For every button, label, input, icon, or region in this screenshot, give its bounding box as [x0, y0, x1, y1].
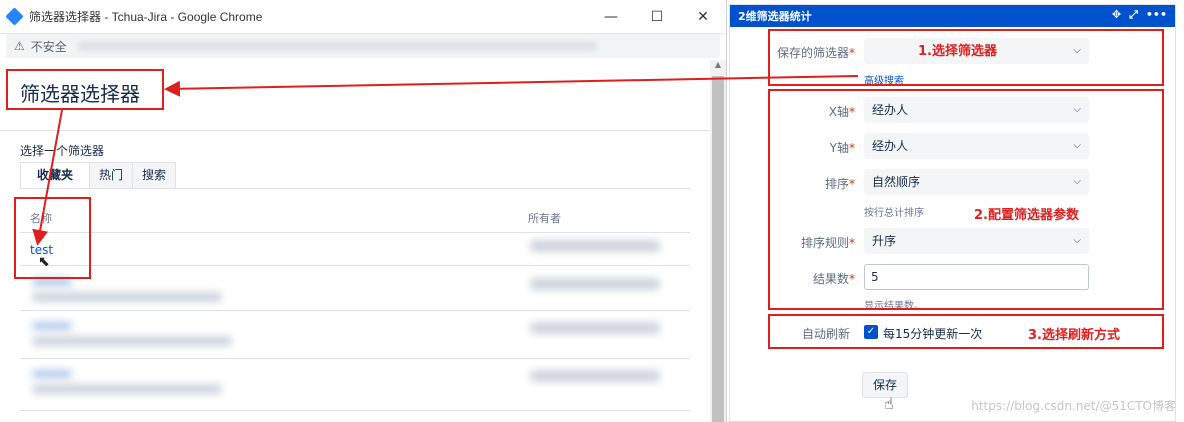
arrow-to-test [32, 109, 63, 246]
pointer-cursor-icon: ⬉ [38, 254, 50, 270]
arrow-to-title [164, 75, 859, 97]
watermark: https://blog.csdn.net/@51CTO博客 [971, 399, 1176, 413]
annotation-arrows [32, 75, 859, 246]
